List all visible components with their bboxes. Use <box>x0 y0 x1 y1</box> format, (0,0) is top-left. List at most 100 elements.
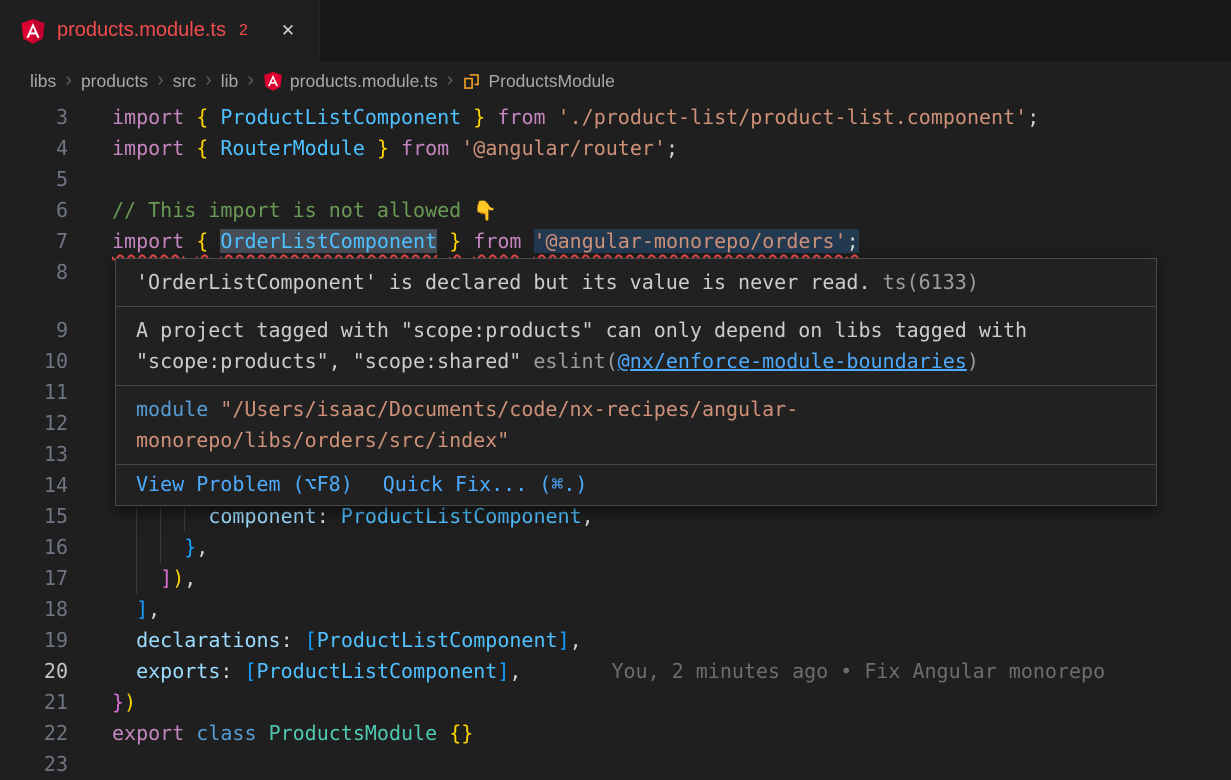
breadcrumb-item-lib[interactable]: lib <box>221 71 239 92</box>
line-content[interactable]: import { OrderListComponent } from '@ang… <box>100 226 1231 257</box>
line-number[interactable]: 6 <box>0 195 100 226</box>
code-token <box>521 229 533 253</box>
line-content[interactable] <box>100 749 1231 780</box>
line-content[interactable]: export class ProductsModule {} <box>100 718 1231 749</box>
line-number[interactable]: 7 <box>0 226 100 257</box>
code-token: RouterModule <box>220 136 365 160</box>
line-content[interactable]: }) <box>100 687 1231 718</box>
line-content[interactable]: exports: [ProductListComponent],You, 2 m… <box>100 656 1231 687</box>
line-number[interactable]: 4 <box>0 133 100 164</box>
code-token: ProductListComponent <box>341 504 582 528</box>
code-token <box>112 597 136 621</box>
breadcrumb-item-products[interactable]: products <box>81 71 148 92</box>
tab-title: products.module.ts <box>57 19 226 42</box>
code-token: declarations <box>136 628 281 652</box>
code-token: ] <box>136 597 148 621</box>
chevron-right-icon: › <box>205 70 212 90</box>
tab-products-module-ts[interactable]: products.module.ts 2 ✕ <box>0 0 320 61</box>
line-content[interactable]: ], <box>100 594 1231 625</box>
breadcrumb: libs›products›src›lib›products.module.ts… <box>0 62 1231 100</box>
editor-line-3: 3import { ProductListComponent } from '.… <box>0 102 1231 133</box>
code-token <box>329 504 341 528</box>
line-number[interactable]: 14 <box>0 470 100 501</box>
editor-line-19: 19 declarations: [ProductListComponent], <box>0 625 1231 656</box>
line-content[interactable]: import { RouterModule } from '@angular/r… <box>100 133 1231 164</box>
code-token <box>485 105 497 129</box>
breadcrumb-item-src[interactable]: src <box>173 71 196 92</box>
view-problem-button[interactable]: View Problem (⌥F8) <box>136 471 353 497</box>
eslint-source-prefix: eslint( <box>533 349 617 373</box>
line-number[interactable]: 3 <box>0 102 100 133</box>
line-content[interactable] <box>100 164 1231 195</box>
line-content[interactable]: import { ProductListComponent } from './… <box>100 102 1231 133</box>
line-number[interactable]: 10 <box>0 346 100 377</box>
chevron-right-icon: › <box>447 70 454 90</box>
line-number[interactable]: 18 <box>0 594 100 625</box>
code-token: , <box>148 597 160 621</box>
indent-guide <box>160 532 184 563</box>
code-token: from <box>401 136 449 160</box>
hover-ts-message-row: 'OrderListComponent' is declared but its… <box>116 259 1156 306</box>
line-number[interactable]: 11 <box>0 377 100 408</box>
line-number[interactable]: 12 <box>0 408 100 439</box>
ts-diagnostic-message: 'OrderListComponent' is declared but its… <box>136 270 871 294</box>
line-number[interactable]: 5 <box>0 164 100 195</box>
code-token: ) <box>124 690 136 714</box>
code-token: [ <box>244 659 256 683</box>
code-token: { <box>196 136 208 160</box>
git-blame-annotation: You, 2 minutes ago • Fix Angular monorep… <box>611 659 1105 683</box>
line-content[interactable]: // This import is not allowed 👇 <box>100 195 1231 226</box>
breadcrumb-item-libs[interactable]: libs <box>30 71 56 92</box>
code-token: export <box>112 721 184 745</box>
line-number[interactable]: 9 <box>0 315 100 346</box>
code-token <box>437 229 449 253</box>
quick-fix-button[interactable]: Quick Fix... (⌘.) <box>383 471 588 497</box>
code-token: : <box>281 628 293 652</box>
code-token: from <box>497 105 545 129</box>
code-token: exports <box>136 659 220 683</box>
code-token: : <box>220 659 232 683</box>
line-content[interactable]: declarations: [ProductListComponent], <box>100 625 1231 656</box>
code-token: , <box>184 566 196 590</box>
line-number[interactable]: 19 <box>0 625 100 656</box>
code-token <box>389 136 401 160</box>
line-content[interactable]: }, <box>100 532 1231 563</box>
breadcrumb-label: src <box>173 71 196 92</box>
editor-line-7: 7 import { OrderListComponent } from '@an… <box>0 226 1231 257</box>
line-number[interactable]: 21 <box>0 687 100 718</box>
code-token <box>112 504 136 528</box>
line-number[interactable]: 22 <box>0 718 100 749</box>
line-number[interactable]: 8 <box>0 257 100 288</box>
editor-line-4: 4import { RouterModule } from '@angular/… <box>0 133 1231 164</box>
hover-eslint-message-row: A project tagged with "scope:products" c… <box>116 306 1156 385</box>
line-number[interactable]: 16 <box>0 532 100 563</box>
line-number[interactable]: 15 <box>0 501 100 532</box>
diagnostics-hover-popup: 'OrderListComponent' is declared but its… <box>115 258 1157 506</box>
indent-guide <box>136 532 160 563</box>
code-token <box>184 105 196 129</box>
line-number[interactable]: 20 <box>0 656 100 687</box>
code-token: { <box>196 105 208 129</box>
breadcrumb-item-products-module-ts[interactable]: products.module.ts <box>263 71 438 92</box>
breadcrumb-item-productsmodule[interactable]: ProductsModule <box>462 71 614 92</box>
close-icon[interactable]: ✕ <box>275 18 301 44</box>
tab-problems-badge: 2 <box>239 22 248 40</box>
line-number[interactable]: 17 <box>0 563 100 594</box>
angular-icon <box>20 18 46 44</box>
code-token <box>184 721 196 745</box>
editor-line-5: 5 <box>0 164 1231 195</box>
code-token: component <box>208 504 316 528</box>
indent-guide <box>136 563 160 594</box>
code-token: import <box>112 136 184 160</box>
code-token <box>184 229 196 253</box>
line-content[interactable]: ]), <box>100 563 1231 594</box>
line-number[interactable]: 23 <box>0 749 100 780</box>
code-token <box>449 136 461 160</box>
error-squiggle-range: import { OrderListComponent } from '@ang… <box>112 229 859 253</box>
eslint-rule-link[interactable]: @nx/enforce-module-boundaries <box>618 349 967 373</box>
code-token: ProductListComponent <box>220 105 461 129</box>
code-token: ; <box>666 136 678 160</box>
line-number[interactable]: 13 <box>0 439 100 470</box>
module-path: "/Users/isaac/Documents/code/nx-recipes/… <box>136 397 798 452</box>
code-token: , <box>582 504 594 528</box>
